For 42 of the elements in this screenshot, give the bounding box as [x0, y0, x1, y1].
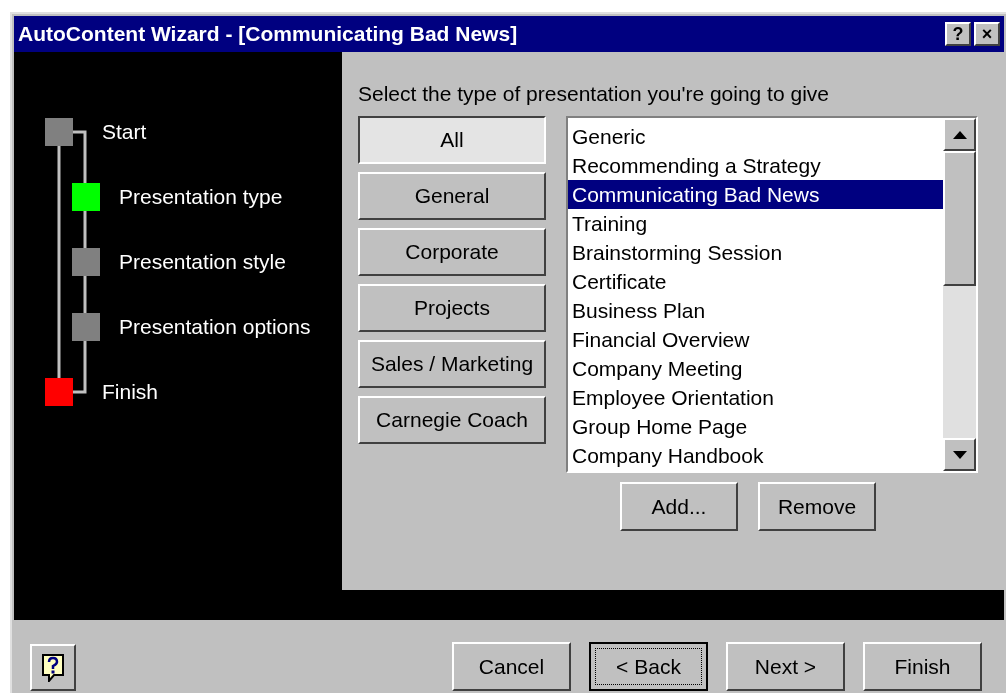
cancel-button[interactable]: Cancel	[452, 642, 571, 691]
step-label: Presentation options	[119, 314, 311, 341]
next-button[interactable]: Next >	[726, 642, 845, 691]
category-button[interactable]: Sales / Marketing	[358, 340, 546, 388]
scrollbar[interactable]	[943, 118, 976, 471]
step-label: Start	[102, 119, 147, 146]
list-item[interactable]: Brainstorming Session	[568, 238, 943, 267]
down-arrow-icon	[952, 450, 967, 459]
category-button[interactable]: Corporate	[358, 228, 546, 276]
list-item[interactable]: Recommending a Strategy	[568, 151, 943, 180]
step-label: Presentation style	[119, 249, 286, 276]
list-item[interactable]: Business Plan	[568, 296, 943, 325]
help-button[interactable]: ?	[945, 22, 971, 46]
step-label: Presentation type	[119, 184, 283, 211]
finish-button[interactable]: Finish	[863, 642, 982, 691]
list-item[interactable]: Group Home Page	[568, 412, 943, 441]
back-button[interactable]: < Back	[589, 642, 708, 691]
list-item[interactable]: Financial Overview	[568, 325, 943, 354]
presentation-list[interactable]: Generic Recommending a Strategy Communicating Bad News Training Brainstorming Session Certificate Business Plan Financial Overview Company Meeting Employee Orientation Group Home Page Company Handbook	[566, 116, 978, 473]
close-button[interactable]: ×	[974, 22, 1000, 46]
list-item[interactable]: Company Meeting	[568, 354, 943, 383]
list-item[interactable]: Communicating Bad News	[568, 180, 943, 209]
step-label: Finish	[102, 379, 159, 406]
category-button[interactable]: Carnegie Coach	[358, 396, 546, 444]
add-button[interactable]: Add...	[620, 482, 738, 531]
scroll-down-button[interactable]	[943, 438, 976, 471]
window-title: AutoContent Wizard - [Communicating Bad News]	[18, 21, 518, 48]
list-item[interactable]: Company Handbook	[568, 441, 943, 470]
list-item[interactable]: Certificate	[568, 267, 943, 296]
remove-button[interactable]: Remove	[758, 482, 876, 531]
list-item[interactable]: Training	[568, 209, 943, 238]
category-button[interactable]: All	[358, 116, 546, 164]
scroll-thumb[interactable]	[943, 151, 976, 286]
list-item[interactable]: Employee Orientation	[568, 383, 943, 412]
category-button[interactable]: Projects	[358, 284, 546, 332]
scroll-up-button[interactable]	[943, 118, 976, 151]
help-button[interactable]	[30, 644, 76, 691]
prompt-text: Select the type of presentation you're going to give	[358, 81, 830, 107]
category-button[interactable]: General	[358, 172, 546, 220]
list-item[interactable]: Generic	[568, 122, 943, 151]
help-icon	[42, 653, 64, 682]
up-arrow-icon	[952, 130, 967, 139]
